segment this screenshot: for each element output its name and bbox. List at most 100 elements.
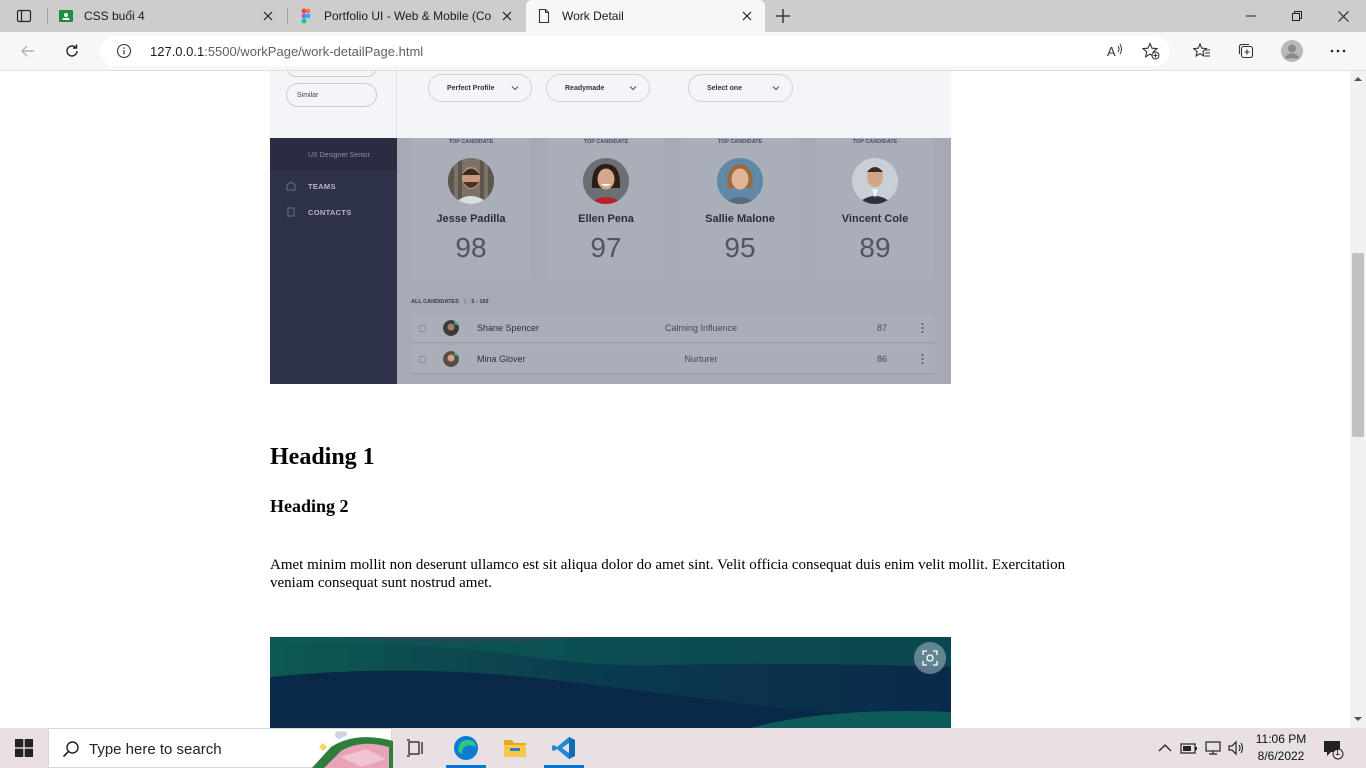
candidate-score: 89 (859, 232, 891, 263)
page-viewport: Similar Perfect Profile Readymade Select… (0, 71, 1350, 728)
mockup-sidebar-teams: TEAMS (308, 182, 336, 191)
mockup-pill-cut (286, 71, 377, 77)
clock-time: 11:06 PM (1255, 732, 1307, 746)
mockup-select-one-dropdown: Select one (688, 74, 793, 102)
address-bar[interactable]: 127.0.0.1:5500/workPage/work-detailPage.… (100, 36, 1170, 66)
tab-portfolio-ui[interactable]: Portfolio UI - Web & Mobile (Co (288, 0, 525, 32)
settings-menu-button[interactable] (1322, 35, 1354, 67)
system-clock[interactable]: 11:06 PM 8/6/2022 (1246, 731, 1316, 765)
refresh-button[interactable] (56, 35, 88, 67)
chevron-down-icon (772, 86, 780, 91)
row-tag: Nurturer (684, 354, 718, 364)
battery-icon[interactable] (1180, 739, 1198, 757)
avatar (448, 158, 494, 204)
visual-search-button[interactable] (914, 642, 946, 674)
candidate-name: Vincent Cole (841, 213, 909, 225)
tab-css-buoi-4[interactable]: CSS buổi 4 (48, 0, 286, 32)
minimize-icon (1246, 15, 1256, 17)
profile-button[interactable] (1276, 35, 1308, 67)
svg-text:A: A (1107, 44, 1116, 59)
top-candidate-label: TOP CANDIDATE (583, 139, 629, 145)
figma-icon (301, 8, 311, 24)
url-text[interactable]: 127.0.0.1:5500/workPage/work-detailPage.… (150, 44, 423, 59)
all-candidates-label: ALL CANDIDATES (411, 299, 459, 305)
file-explorer-icon (504, 740, 526, 757)
candidate-name: Jesse Padilla (436, 213, 506, 225)
google-classroom-icon (59, 10, 73, 22)
file-explorer-taskbar-button[interactable] (491, 728, 539, 768)
back-button[interactable] (12, 35, 44, 67)
avatar (1281, 40, 1303, 62)
candidate-score: 98 (455, 232, 487, 263)
row-name: Shane Spencer (477, 323, 540, 333)
candidate-score: 97 (590, 232, 622, 263)
row-checkbox (419, 356, 426, 363)
tab-work-detail[interactable]: Work Detail (526, 0, 765, 32)
chevron-down-icon (629, 86, 637, 91)
plus-icon (776, 9, 790, 23)
new-tab-button[interactable] (768, 0, 798, 32)
page-scrollbar[interactable] (1350, 71, 1366, 728)
avatar (717, 158, 763, 204)
add-favorite-icon[interactable] (1142, 42, 1160, 60)
read-aloud-icon[interactable]: A (1106, 42, 1124, 60)
mockup-sidebar: UX Designer Senior TEAMS CONTACTS (270, 138, 397, 384)
candidate-score: 95 (724, 232, 756, 263)
search-highlight-icon (311, 731, 393, 768)
minimize-button[interactable] (1228, 0, 1274, 32)
mockup-perfect-profile-dropdown: Perfect Profile (428, 74, 532, 102)
network-icon[interactable] (1204, 739, 1222, 757)
more-vertical-icon (921, 323, 924, 333)
candidate-card: TOP CANDIDATE Ellen Pena 97 (547, 138, 665, 280)
tab-strip: CSS buổi 4 Portfolio UI - Web & Mobile (… (0, 0, 1366, 32)
all-candidates-header: ALL CANDIDATES | 5 - 169 (411, 299, 489, 305)
collections-icon (1238, 43, 1254, 59)
scroll-down-icon[interactable] (1354, 715, 1362, 723)
restore-button[interactable] (1274, 0, 1320, 32)
volume-icon[interactable] (1227, 739, 1245, 757)
chevron-down-icon (511, 86, 519, 91)
collections-button[interactable] (1230, 35, 1262, 67)
notification-center-button[interactable]: 1 (1322, 738, 1344, 760)
notification-count: 1 (1335, 747, 1341, 757)
top-candidate-label: TOP CANDIDATE (448, 139, 494, 145)
chevron-up-icon[interactable] (1156, 739, 1174, 757)
task-view-button[interactable] (392, 728, 440, 768)
favorites-button[interactable] (1186, 35, 1218, 67)
close-icon[interactable] (739, 8, 755, 24)
back-arrow-icon (21, 45, 34, 57)
mockup-sidebar-subtitle: UX Designer Senior (308, 152, 370, 159)
notification-icon (1324, 741, 1344, 760)
tab-actions-button[interactable] (8, 0, 40, 32)
tab-title: Portfolio UI - Web & Mobile (Co (324, 9, 491, 23)
close-icon[interactable] (260, 8, 276, 24)
info-icon[interactable] (116, 43, 132, 59)
avatar (443, 320, 459, 336)
close-window-button[interactable] (1320, 0, 1366, 32)
favorites-icon (1193, 42, 1210, 58)
vscode-taskbar-button[interactable] (540, 728, 588, 768)
candidate-card: TOP CANDIDATE Sallie Malone 95 (681, 138, 799, 280)
top-candidate-label: TOP CANDIDATE (852, 139, 898, 145)
body-paragraph: Amet minim mollit non deserunt ullamco e… (270, 557, 1066, 591)
edge-taskbar-button[interactable] (442, 728, 490, 768)
clock-date: 8/6/2022 (1257, 749, 1305, 763)
row-name: Mina Glover (477, 354, 526, 364)
edge-icon (454, 736, 478, 760)
all-candidates-range: 5 - 169 (471, 299, 489, 305)
heading-1: Heading 1 (270, 444, 375, 470)
row-checkbox (419, 325, 426, 332)
more-options-icon (1330, 49, 1346, 53)
page-icon (538, 8, 550, 24)
scroll-up-icon[interactable] (1354, 75, 1362, 83)
refresh-icon (66, 44, 78, 57)
scrollbar-thumb[interactable] (1352, 253, 1364, 437)
start-button[interactable] (0, 728, 48, 768)
taskbar-search-box[interactable]: Type here to search (48, 728, 393, 768)
landscape-image (270, 637, 951, 728)
mockup-sidebar-contacts: CONTACTS (308, 208, 352, 217)
landscape-illustration (270, 637, 951, 728)
tab-actions-icon (16, 9, 32, 23)
close-icon[interactable] (499, 8, 515, 24)
candidate-card: TOP CANDIDATE Vincent Cole 89 (816, 138, 934, 280)
